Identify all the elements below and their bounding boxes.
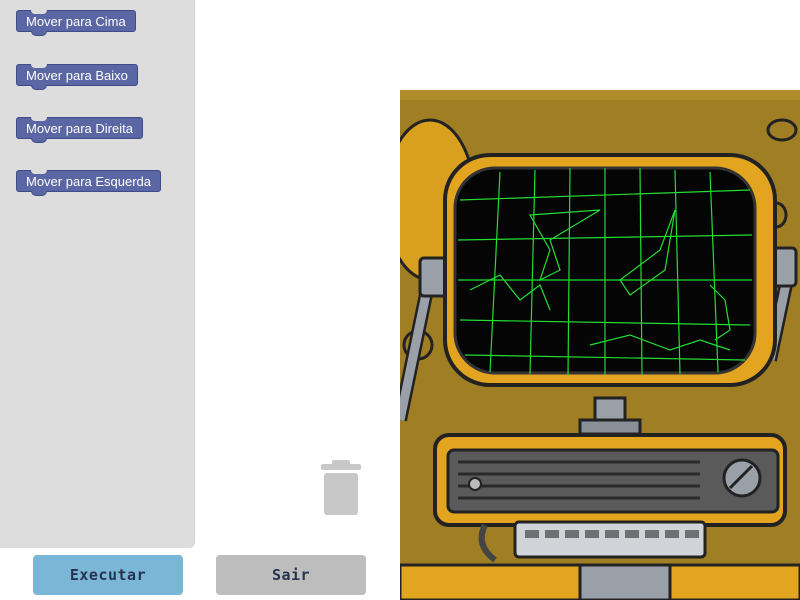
run-button[interactable]: Executar [33,555,183,595]
block-label: Mover para Esquerda [26,174,152,189]
block-move-left[interactable]: Mover para Esquerda [16,170,162,196]
block-toolbox: Mover para Cima Mover para Baixo Mover p… [0,0,195,548]
block-label: Mover para Baixo [26,68,128,83]
trash-icon[interactable] [321,460,361,516]
block-move-up[interactable]: Mover para Cima [16,10,136,36]
block-label: Mover para Cima [26,14,126,29]
bottom-bar: Executar Sair [0,550,400,600]
block-move-right[interactable]: Mover para Direita [16,117,143,143]
game-scene [400,0,800,600]
block-move-down[interactable]: Mover para Baixo [16,64,138,90]
block-label: Mover para Direita [26,121,133,136]
block-workspace[interactable]: Mover para Cima Mover para Baixo Mover p… [0,0,400,551]
exit-button[interactable]: Sair [216,555,366,595]
retro-computer-monitor-icon [400,0,800,600]
